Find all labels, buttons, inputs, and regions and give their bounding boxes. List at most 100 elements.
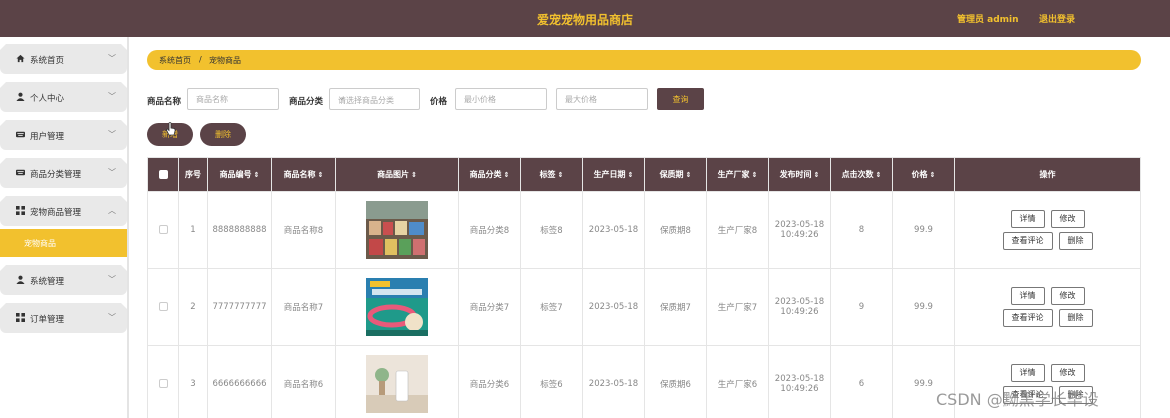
breadcrumb-current: 宠物商品 [209,56,241,65]
row-delete-button[interactable]: 删除 [1058,232,1093,250]
name-input[interactable] [187,88,279,110]
row-checkbox[interactable] [158,379,168,388]
chevron-down-icon: ⌄ [338,93,346,103]
sort-icon: ⇕ [317,171,324,179]
sidebar-item-label: 系统首页 [30,56,65,66]
cell-maker: 生产厂家7 [706,268,769,346]
cell-index: 2 [178,268,208,346]
cell-maker: 生产厂家6 [706,345,769,418]
cell-tag: 标签7 [520,268,583,346]
col-image[interactable]: 商品图片 ⇕ [335,157,459,192]
col-price[interactable]: 价格 ⇕ [892,157,955,192]
cell-tag: 标签6 [520,345,583,418]
col-name[interactable]: 商品名称 ⇕ [271,157,336,192]
sidebar-item-category[interactable]: 商品分类管理 ﹀ [0,158,127,188]
breadcrumb-home[interactable]: 系统首页 [159,55,191,66]
sidebar-item-profile[interactable]: 个人中心 ﹀ [0,82,127,112]
sort-icon: ⇕ [929,171,936,179]
breadcrumb: 系统首页 / 宠物商品 [147,50,1141,70]
edit-button[interactable]: 修改 [1050,287,1085,305]
query-button[interactable]: 查询 [657,88,704,110]
sort-icon: ⇕ [685,171,692,179]
view-review-button[interactable]: 查看评论 [1002,232,1053,250]
table-row: 2 7777777777 商品名称7 商品分类7 标签7 2023-05-18 … [147,268,1141,346]
cell-code: 7777777777 [207,268,272,346]
chevron-down-icon: ﹀ [108,275,116,284]
chevron-down-icon: ﹀ [108,313,116,322]
cell-index: 3 [178,345,208,418]
chevron-down-icon: ﹀ [108,168,116,177]
cell-category: 商品分类8 [458,191,521,269]
sidebar-item-home[interactable]: 系统首页 ﹀ [0,44,127,74]
col-index: 序号 [178,157,208,192]
user-icon [16,275,25,284]
max-price-input[interactable] [556,88,648,110]
row-checkbox[interactable] [158,302,168,311]
col-category[interactable]: 商品分类 ⇕ [458,157,521,192]
min-price-input[interactable] [455,88,547,110]
logout-link[interactable]: 退出登录 [1039,12,1075,25]
cell-clicks: 8 [830,191,893,269]
row-checkbox[interactable] [158,225,168,234]
product-image[interactable] [366,278,428,336]
cell-price: 99.9 [892,191,955,269]
col-clicks[interactable]: 点击次数 ⇕ [830,157,893,192]
col-code[interactable]: 商品编号 ⇕ [207,157,272,192]
cell-clicks: 6 [830,345,893,418]
cell-tag: 标签8 [520,191,583,269]
col-pub[interactable]: 发布时间 ⇕ [768,157,831,192]
sidebar-item-label: 用户管理 [30,132,65,142]
col-tag[interactable]: 标签 ⇕ [520,157,583,192]
hand-cursor-icon [166,122,176,136]
sort-icon: ⇕ [875,171,882,179]
cell-code: 6666666666 [207,345,272,418]
col-ops: 操作 [954,157,1141,192]
cell-index: 1 [178,191,208,269]
view-review-button[interactable]: 查看评论 [1002,309,1053,327]
sidebar-item-pet-goods[interactable]: 宠物商品管理 ︿ [0,196,127,226]
col-maker[interactable]: 生产厂家 ⇕ [706,157,769,192]
detail-button[interactable]: 详情 [1010,364,1045,382]
col-date[interactable]: 生产日期 ⇕ [582,157,645,192]
keyboard-icon [16,131,25,138]
detail-button[interactable]: 详情 [1010,287,1045,305]
edit-button[interactable]: 修改 [1050,364,1085,382]
cell-price: 99.9 [892,268,955,346]
category-label: 商品分类 [289,97,324,107]
batch-delete-button[interactable]: 删除 [200,123,246,146]
category-select[interactable]: 请选择商品分类 ⌄ [329,88,420,110]
user-icon [16,92,25,101]
chevron-up-icon: ︿ [108,206,116,215]
grid-icon [16,313,25,322]
cell-name: 商品名称8 [271,191,336,269]
row-delete-button[interactable]: 删除 [1058,309,1093,327]
cell-pub: 2023-05-18 10:49:26 [768,268,831,346]
breadcrumb-separator: / [199,55,202,64]
chevron-down-icon: ﹀ [108,130,116,139]
sidebar-item-orders[interactable]: 订单管理 ﹀ [0,303,127,333]
detail-button[interactable]: 详情 [1010,210,1045,228]
header-checkbox[interactable] [147,157,179,192]
sidebar-item-label: 个人中心 [30,94,65,104]
sort-icon: ⇕ [411,171,417,179]
cell-name: 商品名称6 [271,345,336,418]
sidebar-item-users[interactable]: 用户管理 ﹀ [0,120,127,150]
sidebar-item-label: 系统管理 [30,277,65,287]
sidebar-subitem-pet-goods[interactable]: 宠物商品 [0,229,127,257]
sidebar-subitem-label: 宠物商品 [24,239,56,248]
cell-date: 2023-05-18 [582,268,645,346]
product-image[interactable] [366,355,428,413]
cell-category: 商品分类7 [458,268,521,346]
sidebar-item-label: 宠物商品管理 [30,208,82,218]
keyboard-icon [16,169,25,176]
sort-icon: ⇕ [503,171,510,179]
sidebar-item-label: 订单管理 [30,315,65,325]
select-all-checkbox[interactable] [158,170,168,179]
watermark: CSDN @黝黑学长毕设 [936,390,1099,409]
cell-pub: 2023-05-18 10:49:26 [768,345,831,418]
col-shelf[interactable]: 保质期 ⇕ [644,157,707,192]
cell-shelf: 保质期6 [644,345,707,418]
edit-button[interactable]: 修改 [1050,210,1085,228]
sidebar-item-system[interactable]: 系统管理 ﹀ [0,265,127,295]
product-image[interactable] [366,201,428,259]
